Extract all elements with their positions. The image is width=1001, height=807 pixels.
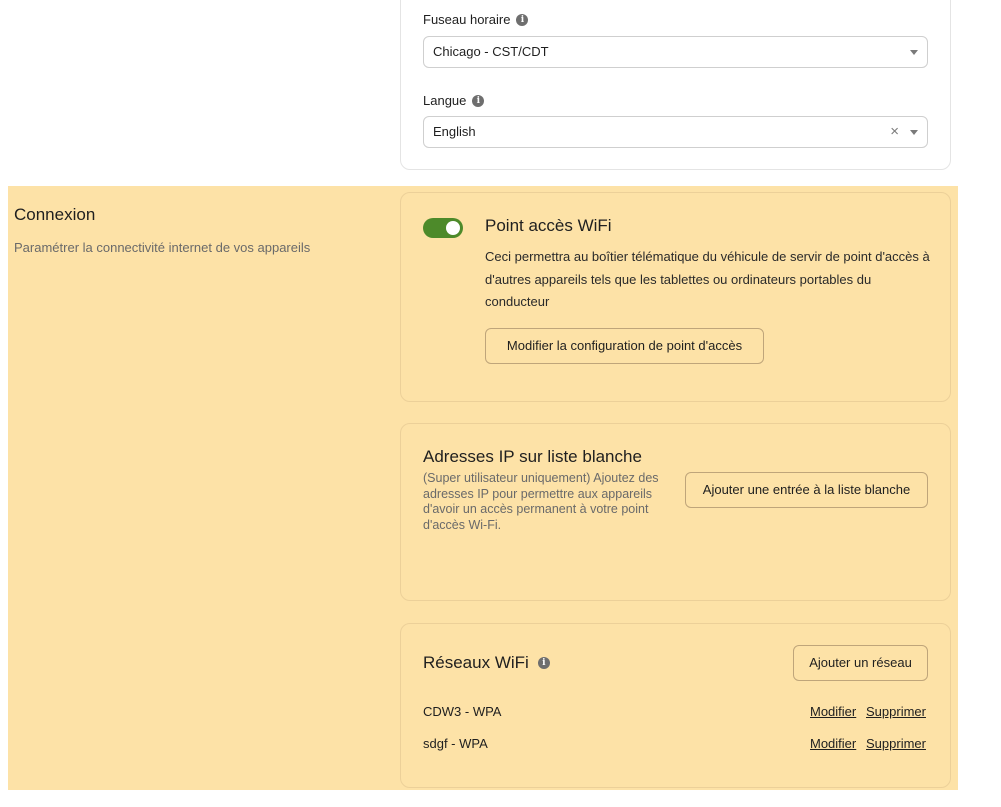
hotspot-description: Ceci permettra au boîtier télématique du… <box>485 249 930 309</box>
hotspot-title: Point accès WiFi <box>485 216 612 235</box>
timezone-value: Chicago - CST/CDT <box>433 44 549 59</box>
delete-network-link[interactable]: Supprimer <box>866 736 926 751</box>
edit-network-link[interactable]: Modifier <box>810 736 856 751</box>
toggle-knob <box>446 221 460 235</box>
timezone-label: Fuseau horaire <box>423 12 511 27</box>
chevron-down-icon <box>910 50 918 55</box>
network-name: sdgf - WPA <box>423 736 488 751</box>
edit-network-link[interactable]: Modifier <box>810 704 856 719</box>
configure-hotspot-button[interactable]: Modifier la configuration de point d'acc… <box>485 328 764 364</box>
networks-title-row: Réseaux WiFi i <box>423 653 550 673</box>
language-value: English <box>433 124 476 139</box>
language-select[interactable]: English × <box>423 116 928 148</box>
chevron-down-icon <box>910 130 918 135</box>
info-icon[interactable]: i <box>537 657 550 669</box>
whitelist-description: (Super utilisateur uniquement) Ajoutez d… <box>423 471 659 532</box>
add-network-button[interactable]: Ajouter un réseau <box>793 645 928 681</box>
info-icon[interactable]: i <box>472 94 485 107</box>
info-icon[interactable]: i <box>516 13 529 26</box>
hotspot-toggle[interactable] <box>423 218 463 238</box>
section-title: Connexion <box>14 205 96 224</box>
section-description: Paramétrer la connectivité internet de v… <box>14 240 311 255</box>
add-whitelist-button[interactable]: Ajouter une entrée à la liste blanche <box>685 472 928 508</box>
networks-title: Réseaux WiFi <box>423 653 529 672</box>
whitelist-title: Adresses IP sur liste blanche <box>423 447 642 466</box>
network-name: CDW3 - WPA <box>423 704 502 719</box>
timezone-select[interactable]: Chicago - CST/CDT <box>423 36 928 68</box>
delete-network-link[interactable]: Supprimer <box>866 704 926 719</box>
language-label-row: Langue i <box>423 93 485 108</box>
timezone-label-row: Fuseau horaire i <box>423 12 529 27</box>
clear-icon[interactable]: × <box>890 117 899 147</box>
language-label: Langue <box>423 93 467 108</box>
